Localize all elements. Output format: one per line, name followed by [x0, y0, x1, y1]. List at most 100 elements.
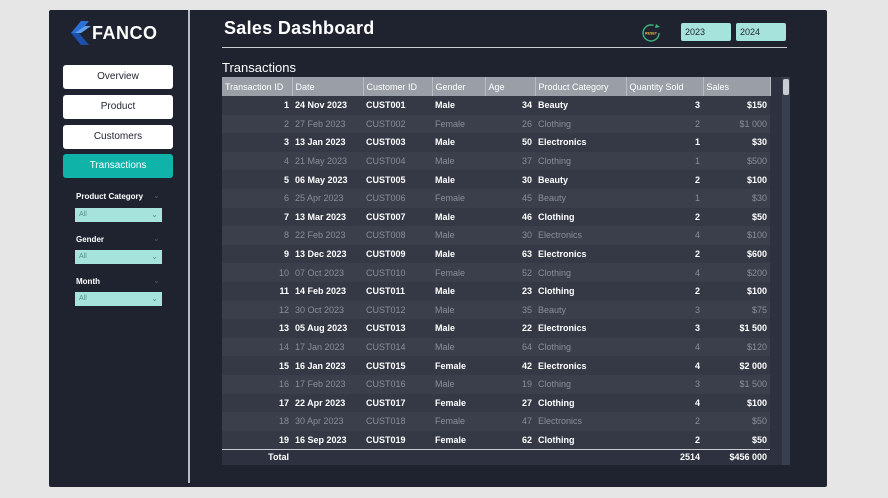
age-cell: 42	[521, 360, 532, 371]
dashboard-frame: FANCO Overview Product Customers Transac…	[49, 10, 827, 487]
table-row[interactable]: 6 25 Apr 2023 CUST006 Female 45 Beauty 1 $30	[222, 188, 770, 208]
table-row[interactable]: 13 05 Aug 2023 CUST013 Male 22 Electronics 3 $1…	[222, 319, 770, 338]
table-row[interactable]: 17 22 Apr 2023 CUST017 Female 27 Clothing 4 $10…	[222, 393, 770, 413]
reset-label: RESET	[645, 32, 658, 36]
title-underline	[222, 47, 787, 48]
reset-icon[interactable]: RESET	[640, 22, 662, 44]
year-2023-button[interactable]: 2023	[681, 23, 731, 41]
product-category-cell: Electronics	[538, 360, 587, 371]
chevron-down-icon[interactable]: ⌄	[153, 234, 160, 243]
column-header[interactable]: Customer ID	[363, 77, 433, 96]
date-cell: 05 Aug 2023	[295, 323, 348, 334]
customer-id-cell: CUST005	[366, 174, 406, 185]
date-cell: 30 Apr 2023	[295, 416, 344, 427]
dropdown-icon: ⌄	[151, 252, 158, 261]
gender-cell: Female	[435, 416, 466, 427]
table-header-row: Transaction ID Date Customer ID Gender A…	[222, 77, 771, 96]
age-cell: 27	[521, 397, 532, 408]
transaction-id-cell: 2	[283, 118, 289, 129]
table-row[interactable]: 1 24 Nov 2023 CUST001 Male 34 Beauty 3 $150	[222, 96, 770, 115]
product-category-select[interactable]: All ⌄	[75, 208, 162, 222]
nav-customers-button[interactable]: Customers	[63, 125, 173, 149]
table-row[interactable]: 18 30 Apr 2023 CUST018 Female 47 Electronics 2…	[222, 412, 770, 431]
column-header[interactable]: Age	[485, 77, 536, 96]
quantity-sold-cell: 1	[694, 137, 700, 148]
table-row[interactable]: 8 22 Feb 2023 CUST008 Male 30 Electronics 4 $10…	[222, 226, 770, 245]
table-row[interactable]: 14 17 Jan 2023 CUST014 Male 64 Clothing 4 $120	[222, 337, 770, 357]
age-cell: 52	[521, 267, 532, 278]
gender-cell: Male	[435, 156, 455, 167]
age-cell: 62	[521, 434, 532, 445]
table-row[interactable]: 15 16 Jan 2023 CUST015 Female 42 Electronics 4…	[222, 356, 770, 375]
sales-cell: $1 500	[739, 379, 767, 390]
customer-id-cell: CUST015	[366, 360, 406, 371]
table-row[interactable]: 3 13 Jan 2023 CUST003 Male 50 Electronics 1 $30	[222, 133, 770, 152]
date-cell: 06 May 2023	[295, 174, 348, 185]
scrollbar-thumb[interactable]	[783, 79, 789, 95]
column-header[interactable]: Quantity Sold	[626, 77, 704, 96]
table-row[interactable]: 10 07 Oct 2023 CUST010 Female 52 Clothing 4 $20…	[222, 263, 770, 282]
age-cell: 19	[521, 379, 532, 390]
table-row[interactable]: 7 13 Mar 2023 CUST007 Male 46 Clothing 2 $50	[222, 207, 770, 227]
transaction-id-cell: 16	[278, 379, 289, 390]
quantity-sold-cell: 1	[694, 156, 700, 167]
table-row[interactable]: 5 06 May 2023 CUST005 Male 30 Beauty 2 $100	[222, 170, 770, 189]
table-scrollbar[interactable]	[782, 77, 790, 465]
dropdown-icon: ⌄	[151, 294, 158, 303]
customer-id-cell: CUST014	[366, 342, 406, 353]
date-cell: 22 Apr 2023	[295, 397, 346, 408]
age-cell: 63	[521, 249, 532, 260]
chevron-down-icon[interactable]: ⌄	[153, 191, 160, 200]
transaction-id-cell: 8	[283, 230, 289, 241]
gender-cell: Male	[435, 286, 456, 297]
customer-id-cell: CUST009	[366, 249, 406, 260]
quantity-sold-cell: 3	[694, 100, 700, 111]
table-row[interactable]: 2 27 Feb 2023 CUST002 Female 26 Clothing 2 $1 0…	[222, 114, 770, 134]
sales-cell: $600	[746, 249, 767, 260]
customer-id-cell: CUST012	[366, 304, 406, 315]
table-row[interactable]: 11 14 Feb 2023 CUST011 Male 23 Clothing 2 $100	[222, 281, 770, 301]
age-cell: 34	[521, 100, 532, 111]
table-row[interactable]: 16 17 Feb 2023 CUST016 Male 19 Clothing 3 $1 50…	[222, 374, 770, 394]
transactions-table: Transaction ID Date Customer ID Gender A…	[222, 77, 771, 465]
quantity-sold-cell: 4	[694, 397, 700, 408]
age-cell: 64	[521, 342, 532, 353]
gender-select[interactable]: All ⌄	[75, 250, 162, 264]
quantity-sold-cell: 3	[694, 304, 700, 315]
transaction-id-cell: 3	[283, 137, 289, 148]
column-header[interactable]: Sales	[703, 77, 771, 96]
gender-cell: Male	[435, 249, 456, 260]
table-row[interactable]: 12 30 Oct 2023 CUST012 Male 35 Beauty 3 $75	[222, 300, 770, 320]
sales-cell: $200	[746, 267, 767, 278]
gender-cell: Male	[435, 174, 456, 185]
customer-id-cell: CUST013	[366, 323, 406, 334]
table-row[interactable]: 4 21 May 2023 CUST004 Male 37 Clothing 1 $500	[222, 151, 770, 171]
filter-label-month: Month	[76, 277, 100, 286]
nav-transactions-button[interactable]: Transactions	[63, 154, 173, 178]
column-header[interactable]: Transaction ID	[222, 77, 293, 96]
gender-cell: Female	[435, 193, 466, 204]
table-total-row: Total 2514 $456 000	[222, 448, 770, 465]
quantity-sold-cell: 2	[694, 174, 700, 185]
column-header[interactable]: Gender	[432, 77, 486, 96]
table-row[interactable]: 19 16 Sep 2023 CUST019 Female 62 Clothing 2 $50	[222, 430, 770, 450]
transaction-id-cell: 17	[278, 397, 289, 408]
quantity-sold-cell: 3	[694, 379, 700, 390]
product-category-cell: Beauty	[538, 193, 567, 204]
nav-overview-button[interactable]: Overview	[63, 65, 173, 89]
month-select[interactable]: All ⌄	[75, 292, 162, 306]
transaction-id-cell: 1	[283, 100, 289, 111]
table-row[interactable]: 9 13 Dec 2023 CUST009 Male 63 Electronics 2 $60…	[222, 244, 770, 264]
nav-product-button[interactable]: Product	[63, 95, 173, 119]
sales-cell: $100	[746, 174, 767, 185]
total-quantity: 2514	[626, 448, 703, 465]
customer-id-cell: CUST010	[366, 267, 406, 278]
sales-cell: $50	[751, 416, 767, 427]
chevron-down-icon[interactable]: ⌄	[153, 276, 160, 285]
transaction-id-cell: 7	[283, 211, 289, 222]
column-header[interactable]: Date	[292, 77, 364, 96]
year-2024-button[interactable]: 2024	[736, 23, 786, 41]
month-value: All	[79, 295, 87, 302]
column-header[interactable]: Product Category	[535, 77, 627, 96]
customer-id-cell: CUST003	[366, 137, 406, 148]
